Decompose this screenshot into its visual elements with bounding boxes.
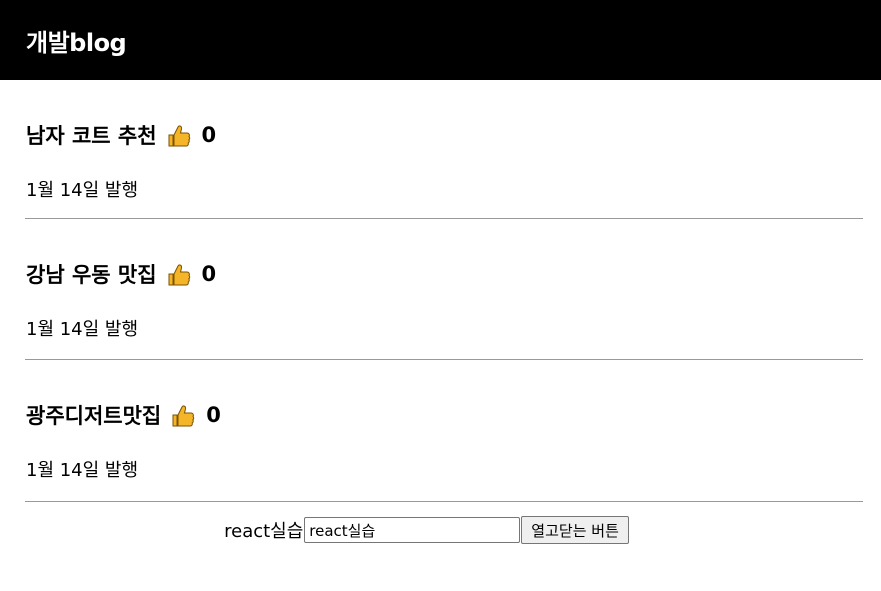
post-item: 강남 우동 맛집 0 1월 14일 발행 [25,219,863,360]
like-count: 0 [201,123,217,147]
thumbs-up-icon[interactable] [166,123,192,149]
nav-title: 개발blog [26,28,127,57]
post-title-row: 남자 코트 추천 0 [26,120,216,150]
post-item: 남자 코트 추천 0 1월 14일 발행 [25,80,863,219]
practice-label: react실습 [224,521,304,542]
thumbs-up-icon[interactable] [166,262,192,288]
practice-input[interactable] [304,517,521,543]
thumbs-up-icon[interactable] [170,403,196,429]
post-item: 광주디저트맛집 0 1월 14일 발행 [25,360,863,502]
post-date: 1월 14일 발행 [26,319,139,340]
post-title[interactable]: 강남 우동 맛집 [26,259,157,289]
like-count: 0 [206,403,221,427]
post-title-row: 강남 우동 맛집 0 [26,259,216,289]
navbar: 개발blog [0,0,881,80]
like-count: 0 [201,262,217,286]
post-title[interactable]: 광주디저트맛집 [26,400,161,430]
post-title-row: 광주디저트맛집 0 [26,400,221,430]
post-date: 1월 14일 발행 [26,180,139,201]
practice-section: react실습 열고닫는 버튼 [0,502,867,558]
post-date: 1월 14일 발행 [26,460,139,481]
post-list: 남자 코트 추천 0 1월 14일 발행 강남 우동 맛집 0 1월 14일 발… [0,80,881,502]
toggle-button[interactable]: 열고닫는 버튼 [521,516,629,544]
post-title[interactable]: 남자 코트 추천 [26,120,157,150]
